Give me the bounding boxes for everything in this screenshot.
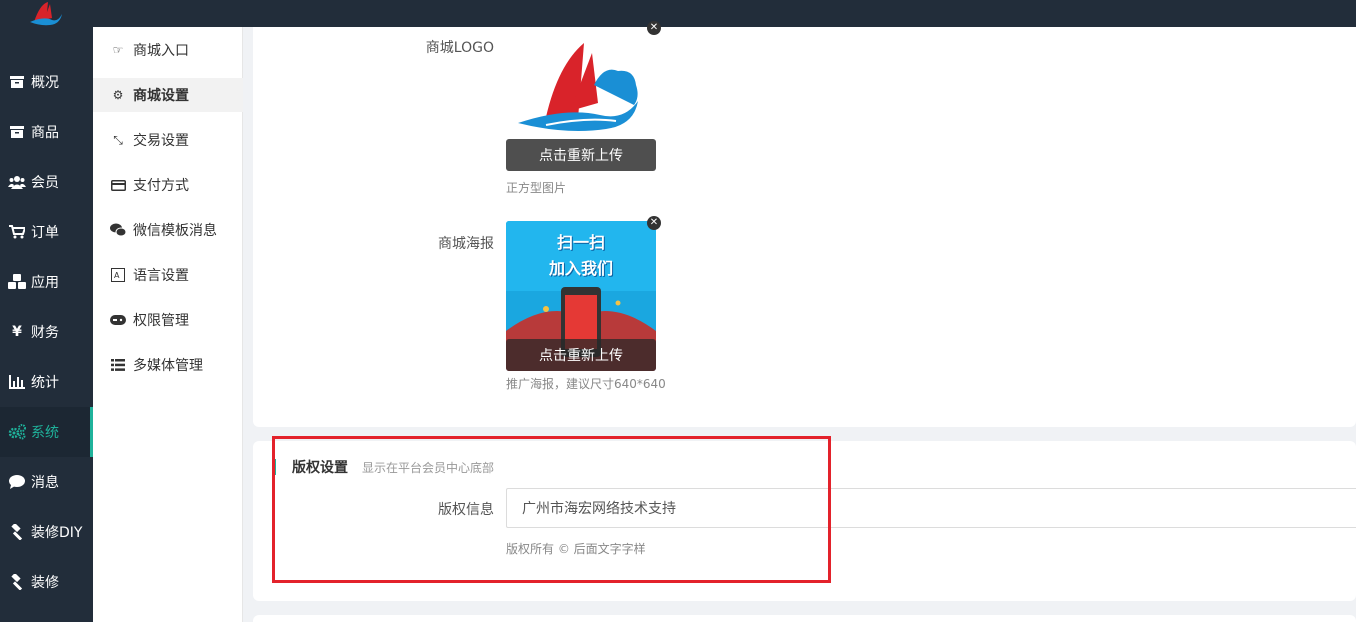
subnav-label: 商城设置 bbox=[133, 88, 189, 104]
gear-icon: ⚙ bbox=[112, 88, 124, 102]
logo-upload[interactable]: 点击重新上传 bbox=[506, 25, 656, 175]
logo-remove-icon[interactable]: ✕ bbox=[647, 21, 661, 35]
nav-label: 应用 bbox=[31, 275, 59, 291]
gamepad-icon bbox=[110, 315, 126, 325]
yen-icon: ¥ bbox=[12, 324, 22, 340]
subnav-label: 交易设置 bbox=[133, 133, 189, 149]
nav-item-apps[interactable]: 应用 bbox=[0, 257, 93, 307]
subnav-item-permissions[interactable]: 权限管理 bbox=[93, 303, 243, 337]
nav-label: 商品 bbox=[31, 125, 59, 141]
nav-item-products[interactable]: 商品 bbox=[0, 107, 93, 157]
gavel-icon bbox=[8, 574, 26, 590]
poster-headline-2: 加入我们 bbox=[548, 259, 613, 278]
hand-point-icon: ☞ bbox=[112, 43, 124, 57]
list-icon bbox=[110, 359, 126, 371]
nav-item-statistics[interactable]: 统计 bbox=[0, 357, 93, 407]
poster-reupload-button[interactable]: 点击重新上传 bbox=[506, 339, 656, 371]
poster-hint: 推广海报，建议尺寸640*640 bbox=[506, 377, 666, 391]
logo-hint: 正方型图片 bbox=[506, 181, 567, 195]
logo-label: 商城LOGO bbox=[425, 40, 494, 56]
subnav-label: 微信模板消息 bbox=[133, 223, 217, 239]
brand-logo[interactable] bbox=[26, 0, 66, 27]
nav-label: 订单 bbox=[31, 225, 59, 241]
poster-label: 商城海报 bbox=[438, 236, 494, 252]
subnav-item-store-settings[interactable]: ⚙ 商城设置 bbox=[93, 78, 243, 112]
images-card: 商城LOGO 点击重新上传 ✕ 正方型图片 商城海报 扫一扫 加入我们 点击重新… bbox=[253, 21, 1356, 427]
bar-chart-icon bbox=[8, 374, 26, 390]
subnav-item-wechat-templates[interactable]: 微信模板消息 bbox=[93, 213, 243, 247]
nav-item-decoration[interactable]: 装修 bbox=[0, 557, 93, 607]
nav-item-orders[interactable]: 订单 bbox=[0, 207, 93, 257]
nav-label: 统计 bbox=[31, 375, 59, 391]
cubes-icon bbox=[8, 274, 26, 290]
nav-label: 概况 bbox=[31, 75, 59, 91]
subnav-item-payment-methods[interactable]: 支付方式 bbox=[93, 168, 243, 202]
subnav-item-language[interactable]: A 语言设置 bbox=[93, 258, 243, 292]
subnav-label: 支付方式 bbox=[133, 178, 189, 194]
svg-text:A: A bbox=[114, 271, 120, 280]
store-logo-image bbox=[518, 43, 638, 131]
archive-icon bbox=[8, 74, 26, 90]
settings-subnav: ☞ 商城入口 ⚙ 商城设置 ⤡ 交易设置 支付方式 微信模板消息 A 语言设置 … bbox=[93, 27, 243, 622]
compress-icon: ⤡ bbox=[113, 132, 123, 147]
nav-label: 装修DIY bbox=[31, 525, 83, 541]
subnav-label: 商城入口 bbox=[133, 43, 189, 59]
cart-icon bbox=[8, 224, 26, 240]
language-icon: A bbox=[110, 268, 126, 282]
credit-card-icon bbox=[110, 179, 126, 191]
nav-item-system[interactable]: 系统 bbox=[0, 407, 93, 457]
next-card bbox=[253, 615, 1356, 622]
highlight-annotation-box bbox=[272, 436, 831, 583]
gears-icon bbox=[8, 424, 26, 440]
poster-upload[interactable]: 扫一扫 加入我们 点击重新上传 bbox=[506, 221, 656, 371]
comment-icon bbox=[8, 474, 26, 490]
subnav-item-store-entry[interactable]: ☞ 商城入口 bbox=[93, 33, 243, 67]
top-bar bbox=[0, 0, 1356, 27]
nav-item-members[interactable]: 会员 bbox=[0, 157, 93, 207]
archive-icon bbox=[8, 124, 26, 140]
nav-item-messages[interactable]: 消息 bbox=[0, 457, 93, 507]
nav-item-finance[interactable]: ¥ 财务 bbox=[0, 307, 93, 357]
subnav-item-media[interactable]: 多媒体管理 bbox=[93, 348, 243, 382]
users-icon bbox=[8, 174, 26, 190]
gavel-icon bbox=[8, 524, 26, 540]
nav-label: 消息 bbox=[31, 475, 59, 491]
nav-item-decoration-diy[interactable]: 装修DIY bbox=[0, 507, 93, 557]
poster-headline-1: 扫一扫 bbox=[556, 233, 605, 252]
logo-reupload-button[interactable]: 点击重新上传 bbox=[506, 139, 656, 171]
wechat-icon bbox=[110, 223, 126, 237]
nav-label: 财务 bbox=[31, 325, 59, 341]
subnav-label: 语言设置 bbox=[133, 268, 189, 284]
subnav-label: 多媒体管理 bbox=[133, 358, 203, 374]
main-sidebar: 概况 商品 会员 订单 应用 ¥ 财务 统计 系统 消息 装修DIY 装修 bbox=[0, 27, 93, 622]
nav-item-overview[interactable]: 概况 bbox=[0, 57, 93, 107]
poster-remove-icon[interactable]: ✕ bbox=[647, 216, 661, 230]
subnav-label: 权限管理 bbox=[133, 313, 189, 329]
subnav-item-trade-settings[interactable]: ⤡ 交易设置 bbox=[93, 123, 243, 157]
nav-label: 系统 bbox=[31, 425, 59, 441]
nav-label: 会员 bbox=[31, 175, 59, 191]
nav-label: 装修 bbox=[31, 575, 59, 591]
